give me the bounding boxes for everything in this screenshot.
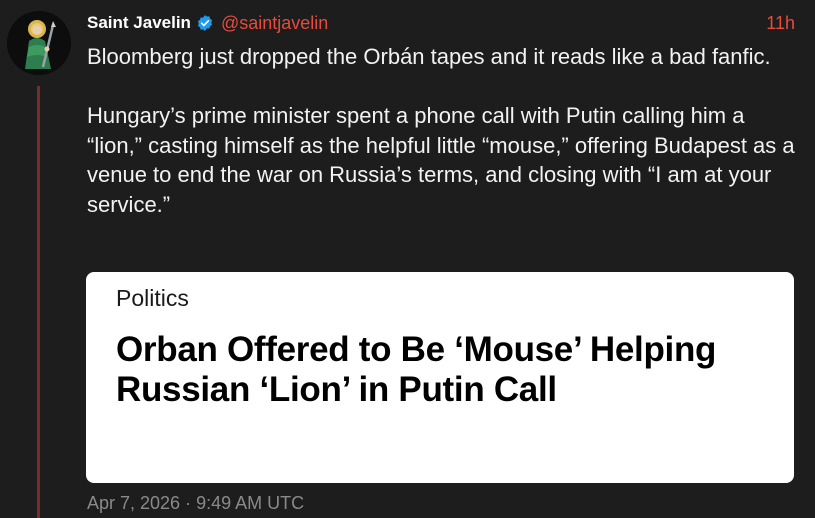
tweet-text: Bloomberg just dropped the Orbán tapes a…: [87, 44, 795, 217]
tweet-timestamp[interactable]: Apr 7, 2026 · 9:49 AM UTC: [87, 493, 304, 514]
time-ago[interactable]: 11h: [766, 13, 795, 34]
link-preview-card[interactable]: Politics Orban Offered to Be ‘Mouse’ Hel…: [86, 272, 794, 483]
author-handle[interactable]: @saintjavelin: [221, 13, 328, 34]
card-headline: Orban Offered to Be ‘Mouse’ Helping Russ…: [116, 330, 717, 409]
tweet-header: Saint Javelin @saintjavelin 11h: [87, 11, 795, 35]
verified-badge-icon: [196, 14, 214, 32]
author-name[interactable]: Saint Javelin: [87, 13, 191, 33]
avatar[interactable]: [7, 11, 71, 75]
tweet: Saint Javelin @saintjavelin 11h Bloomber…: [0, 0, 815, 518]
card-category: Politics: [116, 285, 189, 311]
saint-javelin-avatar-icon: [7, 11, 71, 75]
thread-line: [37, 86, 40, 518]
